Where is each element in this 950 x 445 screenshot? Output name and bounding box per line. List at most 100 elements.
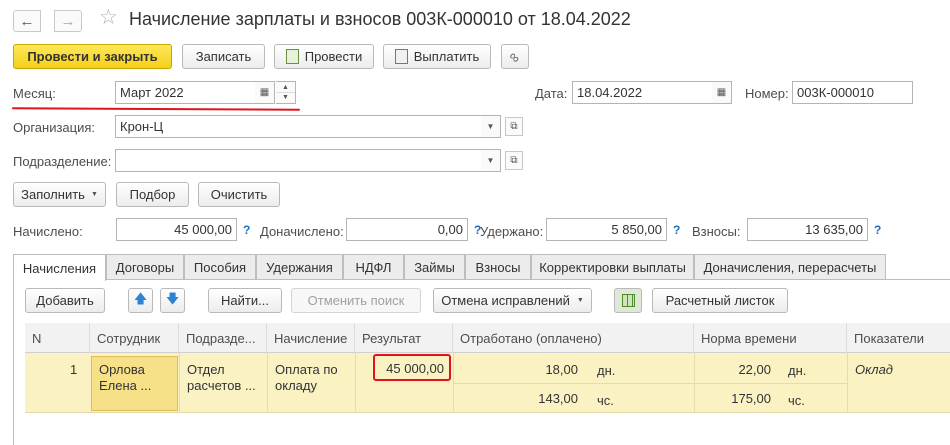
stepper-down-icon[interactable]: ▼	[276, 93, 295, 103]
column-header-department[interactable]: Подразде...	[179, 323, 267, 353]
organization-label: Организация:	[13, 120, 96, 135]
withheld-label: Удержано:	[480, 224, 544, 239]
attach-button[interactable]: ∞	[501, 44, 529, 69]
payslip-button[interactable]: Расчетный листок	[652, 288, 788, 313]
norm-hours-unit: чс.	[788, 393, 805, 408]
tab-loans[interactable]: Займы	[404, 254, 465, 279]
favorite-star-icon[interactable]: ☆	[99, 7, 118, 28]
column-header-n[interactable]: N	[25, 323, 90, 353]
chevron-down-icon: ▼	[486, 156, 495, 165]
tab-contributions[interactable]: Взносы	[465, 254, 531, 279]
arrow-right-icon: →	[60, 12, 76, 30]
window-title: Начисление зарплаты и взносов 003К-00001…	[129, 9, 631, 29]
norm-days-unit: дн.	[788, 363, 807, 378]
arrow-down-icon: 🡇	[165, 290, 180, 306]
norm-days: 22,00	[738, 362, 771, 377]
column-header-result[interactable]: Результат	[355, 323, 453, 353]
clear-button[interactable]: Очистить	[198, 182, 280, 207]
cancel-search-button[interactable]: Отменить поиск	[291, 288, 421, 313]
red-underline-annotation	[11, 107, 301, 111]
withheld-field: 5 850,00	[546, 218, 667, 241]
result-value: 45 000,00	[386, 361, 444, 376]
post-and-close-button[interactable]: Провести и закрыть	[13, 44, 172, 69]
number-label: Номер:	[745, 86, 789, 101]
worked-hours-unit: чс.	[597, 393, 614, 408]
accrual-cell-line2: окладу	[275, 378, 317, 393]
extra-accrued-field: 0,00	[346, 218, 468, 241]
worked-hours: 143,00	[538, 391, 578, 406]
accrued-help-icon[interactable]: ?	[243, 223, 250, 237]
date-calendar-button[interactable]: ▦	[712, 81, 732, 104]
month-label: Месяц:	[13, 86, 56, 101]
withheld-help-icon[interactable]: ?	[673, 223, 680, 237]
select-button[interactable]: Подбор	[116, 182, 189, 207]
department-dropdown-button[interactable]: ▼	[481, 149, 501, 172]
worked-days: 18,00	[545, 362, 578, 377]
organization-field[interactable]: Крон-Ц	[115, 115, 482, 138]
post-button[interactable]: Провести	[274, 44, 374, 69]
column-header-norm[interactable]: Норма времени	[694, 323, 847, 353]
paperclip-icon: ∞	[505, 47, 525, 66]
tab-payment-corrections[interactable]: Корректировки выплаты	[531, 254, 694, 279]
department-cell-line1: Отдел	[187, 362, 225, 377]
table-settings-button[interactable]	[614, 288, 642, 313]
grid-add-icon	[621, 294, 635, 307]
column-header-accrual[interactable]: Начисление	[267, 323, 355, 353]
save-button[interactable]: Записать	[182, 44, 265, 69]
pay-button-label: Выплатить	[413, 49, 480, 64]
open-link-icon: ⧉	[510, 155, 518, 166]
tab-deductions[interactable]: Удержания	[256, 254, 343, 279]
column-header-employee[interactable]: Сотрудник	[90, 323, 179, 353]
number-field[interactable]: 003К-000010	[792, 81, 913, 104]
calendar-icon: ▦	[259, 87, 270, 98]
pay-button[interactable]: Выплатить	[383, 44, 491, 69]
worked-days-unit: дн.	[597, 363, 616, 378]
stepper-up-icon[interactable]: ▲	[276, 82, 295, 93]
post-document-icon	[285, 49, 299, 64]
move-up-button[interactable]: 🡅	[128, 288, 153, 313]
pay-document-icon	[394, 49, 408, 64]
row-number: 1	[70, 362, 78, 377]
move-down-button[interactable]: 🡇	[160, 288, 185, 313]
fill-button[interactable]: Заполнить ▼	[13, 182, 106, 207]
result-cell-highlight[interactable]: 45 000,00	[373, 354, 451, 381]
month-stepper[interactable]: ▲ ▼	[276, 81, 296, 104]
post-button-label: Провести	[304, 49, 363, 64]
department-field[interactable]	[115, 149, 482, 172]
column-header-worked[interactable]: Отработано (оплачено)	[453, 323, 694, 353]
month-field[interactable]: Март 2022	[115, 81, 256, 104]
department-cell-line2: расчетов ...	[187, 378, 256, 393]
tab-accruals[interactable]: Начисления	[13, 254, 106, 281]
forward-button[interactable]: →	[54, 10, 82, 32]
back-button[interactable]: ←	[13, 10, 41, 32]
date-field[interactable]: 18.04.2022	[572, 81, 713, 104]
tab-benefits[interactable]: Пособия	[184, 254, 256, 279]
department-label: Подразделение:	[13, 154, 112, 169]
date-label: Дата:	[535, 86, 568, 101]
arrow-left-icon: ←	[19, 12, 35, 30]
month-calendar-button[interactable]: ▦	[255, 81, 275, 104]
tab-ndfl[interactable]: НДФЛ	[343, 254, 404, 279]
cancel-fixes-button[interactable]: Отмена исправлений ▼	[433, 288, 592, 313]
chevron-down-icon: ▼	[576, 297, 584, 304]
accrued-field: 45 000,00	[116, 218, 237, 241]
extra-accrued-label: Доначислено:	[260, 224, 344, 239]
accrued-label: Начислено:	[13, 224, 83, 239]
organization-dropdown-button[interactable]: ▼	[481, 115, 501, 138]
add-row-button[interactable]: Добавить	[25, 288, 105, 313]
arrow-up-icon: 🡅	[133, 290, 148, 306]
tab-extra-recalculations[interactable]: Доначисления, перерасчеты	[694, 254, 886, 279]
chevron-down-icon: ▼	[90, 191, 98, 198]
cancel-fixes-label: Отмена исправлений	[441, 293, 570, 308]
employee-cell[interactable]: Орлова Елена ...	[91, 356, 178, 411]
find-button[interactable]: Найти...	[208, 288, 282, 313]
contributions-help-icon[interactable]: ?	[874, 223, 881, 237]
organization-open-button[interactable]: ⧉	[505, 117, 523, 136]
tab-contracts[interactable]: Договоры	[106, 254, 184, 279]
department-open-button[interactable]: ⧉	[505, 151, 523, 170]
column-header-indicators[interactable]: Показатели	[847, 323, 950, 353]
fill-button-label: Заполнить	[21, 187, 85, 202]
contributions-label: Взносы:	[692, 224, 741, 239]
calendar-icon: ▦	[716, 87, 727, 98]
norm-hours: 175,00	[731, 391, 771, 406]
